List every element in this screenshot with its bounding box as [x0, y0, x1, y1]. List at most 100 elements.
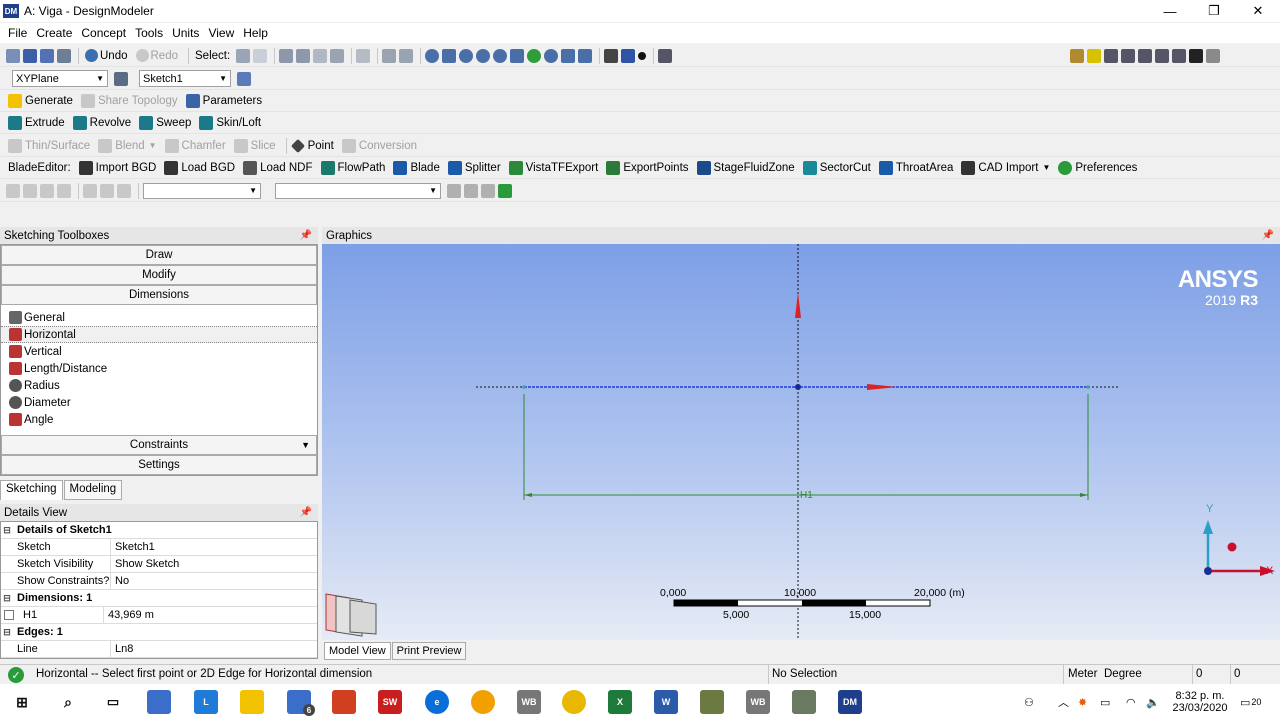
excel-icon[interactable]: X — [608, 690, 632, 714]
dim-length-distance[interactable]: Length/Distance — [1, 360, 317, 377]
graphics-viewport[interactable]: ANSYS 2019 R3 H1 0,000 10,000 20,000 (m)… — [322, 244, 1280, 640]
redo-button[interactable]: Redo — [134, 46, 181, 66]
blade-op-icon[interactable] — [57, 183, 71, 198]
blade-op-icon[interactable] — [40, 183, 54, 198]
select-bodies-icon[interactable] — [330, 48, 345, 63]
wifi-icon[interactable]: ◠ — [1126, 684, 1136, 720]
zoom-to-fit-icon[interactable] — [493, 48, 508, 63]
undo-button[interactable]: Undo — [83, 46, 130, 66]
ansys-app-icon[interactable] — [700, 690, 724, 714]
point-button[interactable]: Point — [290, 136, 336, 156]
edge-joints-icon[interactable] — [1104, 48, 1118, 63]
dim-radius[interactable]: Radius — [1, 377, 317, 394]
flowpath-button[interactable]: FlowPath — [319, 158, 388, 178]
share-topology-button[interactable]: Share Topology — [79, 91, 180, 111]
menu-file[interactable]: File — [8, 26, 27, 40]
matlab-icon[interactable] — [332, 690, 356, 714]
export-points-button[interactable]: ExportPoints — [604, 158, 690, 178]
zoom-in-icon[interactable] — [527, 48, 542, 63]
blade-button[interactable]: Blade — [391, 158, 441, 178]
measure-icon[interactable] — [1206, 48, 1220, 63]
modify-toolbox-button[interactable]: Modify — [1, 265, 317, 285]
plane-select[interactable]: XYPlane ▼ — [12, 70, 108, 87]
extrude-button[interactable]: Extrude — [6, 113, 67, 133]
menu-units[interactable]: Units — [172, 26, 199, 40]
app-circle-icon[interactable] — [471, 690, 495, 714]
selection-combo[interactable]: ▼ — [275, 182, 441, 199]
edge-hide-icon[interactable] — [1172, 48, 1186, 63]
menu-create[interactable]: Create — [36, 26, 72, 40]
next-view-icon[interactable] — [578, 48, 593, 63]
expand-select-icon[interactable] — [382, 48, 397, 63]
save-icon[interactable] — [23, 48, 37, 63]
origin-point[interactable] — [795, 384, 801, 390]
dimension-label-h1[interactable]: H1 — [800, 490, 813, 501]
box-zoom-icon[interactable] — [476, 48, 491, 63]
chamfer-button[interactable]: Chamfer — [163, 136, 228, 156]
collapse-icon[interactable]: ⊟ — [1, 525, 13, 536]
zoom-icon[interactable] — [459, 48, 474, 63]
details-row[interactable]: Sketch Visibility Show Sketch — [1, 556, 317, 573]
line-endpoint[interactable] — [522, 385, 526, 389]
display-edges-icon[interactable] — [1070, 48, 1084, 63]
tab-sketching[interactable]: Sketching — [0, 480, 63, 500]
blade-op-icon[interactable] — [498, 183, 512, 198]
blade-op-icon[interactable] — [83, 183, 97, 198]
menu-view[interactable]: View — [208, 26, 234, 40]
details-value[interactable]: 43,969 m — [104, 609, 154, 621]
collapse-icon[interactable]: ⊟ — [1, 627, 13, 638]
parameters-button[interactable]: Parameters — [184, 91, 264, 111]
file-explorer-icon[interactable] — [240, 690, 264, 714]
solidworks-icon[interactable]: SW — [378, 690, 402, 714]
select-edges-icon[interactable] — [296, 48, 311, 63]
line-endpoint[interactable] — [1086, 385, 1090, 389]
splitter-button[interactable]: Splitter — [446, 158, 503, 178]
display-model-icon[interactable] — [621, 48, 636, 63]
save-as-icon[interactable] — [40, 48, 54, 63]
dim-angle[interactable]: Angle — [1, 411, 317, 428]
preferences-button[interactable]: Preferences — [1056, 158, 1139, 178]
sketch-canvas[interactable]: H1 0,000 10,000 20,000 (m) 5,000 15,000 … — [322, 244, 1280, 640]
details-row[interactable]: Line Ln8 — [1, 641, 317, 658]
sweep-button[interactable]: Sweep — [137, 113, 193, 133]
revolve-button[interactable]: Revolve — [71, 113, 134, 133]
import-bgd-button[interactable]: Import BGD — [77, 158, 159, 178]
clock[interactable]: 8:32 p. m. 23/03/2020 — [1172, 684, 1227, 720]
tab-model-view[interactable]: Model View — [324, 642, 391, 660]
tray-app-icon[interactable]: ✸ — [1078, 684, 1087, 720]
dim-general[interactable]: General — [1, 309, 317, 326]
dim-vertical[interactable]: Vertical — [1, 343, 317, 360]
vistatf-export-button[interactable]: VistaTFExport — [507, 158, 601, 178]
pin-icon[interactable]: 📌 — [300, 507, 312, 518]
cad-import-button[interactable]: CAD Import ▼ — [959, 158, 1052, 178]
zoom-out-icon[interactable] — [544, 48, 559, 63]
blade-op-icon[interactable] — [23, 183, 37, 198]
details-section-dimensions[interactable]: ⊟ Dimensions: 1 — [1, 590, 317, 607]
pin-icon[interactable]: 📌 — [300, 230, 312, 241]
conversion-button[interactable]: Conversion — [340, 136, 419, 156]
load-bgd-button[interactable]: Load BGD — [162, 158, 237, 178]
details-row[interactable]: Show Constraints? No — [1, 573, 317, 590]
display-vertex-icon[interactable] — [638, 51, 647, 60]
blade-op-icon[interactable] — [6, 183, 20, 198]
new-sketch-icon[interactable] — [237, 71, 251, 86]
select-all-icon[interactable] — [399, 48, 414, 63]
chrome-icon[interactable] — [562, 690, 586, 714]
details-row-h1[interactable]: H1 43,969 m — [1, 607, 317, 624]
sketch-select[interactable]: Sketch1 ▼ — [139, 70, 231, 87]
designmodeler-taskbar-icon[interactable]: DM — [838, 690, 862, 714]
previous-view-icon[interactable] — [561, 48, 576, 63]
edge-coloring-icon[interactable] — [1087, 48, 1101, 63]
feature-select[interactable]: ▼ — [143, 182, 261, 199]
pan-icon[interactable] — [442, 48, 457, 63]
blade-op-icon[interactable] — [464, 183, 478, 198]
parameter-checkbox[interactable] — [4, 610, 14, 620]
thin-surface-button[interactable]: Thin/Surface — [6, 136, 92, 156]
dim-diameter[interactable]: Diameter — [1, 394, 317, 411]
magnifier-window-icon[interactable] — [510, 48, 525, 63]
blend-button[interactable]: Blend ▼ — [96, 136, 158, 156]
new-file-icon[interactable] — [6, 48, 20, 63]
edge-direction-icon[interactable] — [1121, 48, 1135, 63]
edge-browser-icon[interactable]: e — [425, 690, 449, 714]
menu-tools[interactable]: Tools — [135, 26, 163, 40]
